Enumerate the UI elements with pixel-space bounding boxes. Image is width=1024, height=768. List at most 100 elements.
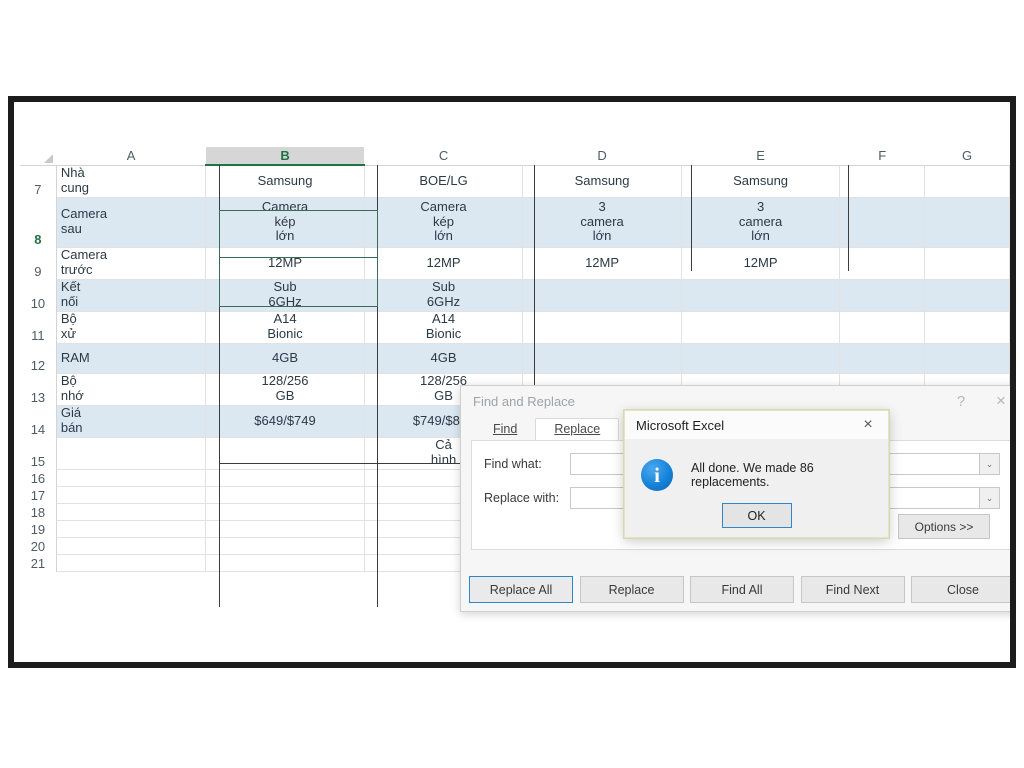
cell-F8[interactable] (839, 197, 926, 248)
cell-B9[interactable]: 12MP (205, 247, 365, 280)
row-header-17[interactable]: 17 (20, 486, 57, 503)
tab-find[interactable]: Find (475, 419, 535, 440)
cell-C9[interactable]: 12MP (364, 247, 524, 280)
row-header-21[interactable]: 21 (20, 554, 57, 571)
cell-C8[interactable]: Camera kép lớn (364, 197, 524, 248)
row-header-12[interactable]: 12 (20, 343, 57, 373)
cell-A15[interactable] (56, 437, 207, 470)
row-header-11[interactable]: 11 (20, 311, 57, 343)
close-icon[interactable]: × (981, 387, 1010, 415)
row-header-13[interactable]: 13 (20, 373, 57, 405)
cell-A9[interactable]: Camera trước (56, 247, 207, 280)
replace-button[interactable]: Replace (579, 576, 684, 603)
cell-B7[interactable]: Samsung (205, 165, 365, 198)
column-header-b[interactable]: B (205, 147, 365, 166)
replace-all-button[interactable]: Replace All (469, 576, 573, 603)
column-header-e[interactable]: E (681, 147, 840, 166)
column-header-a[interactable]: A (56, 147, 206, 166)
cell-D9[interactable]: 12MP (522, 247, 682, 280)
row-header-15[interactable]: 15 (20, 437, 57, 469)
cell-A12[interactable]: RAM (56, 343, 207, 374)
cell-E12[interactable] (681, 343, 841, 374)
cell-F10[interactable] (839, 279, 926, 312)
cell-B20[interactable] (205, 537, 365, 555)
cell-G11[interactable] (924, 311, 1010, 344)
row-header-9[interactable]: 9 (20, 247, 57, 279)
row-header-10[interactable]: 10 (20, 279, 57, 311)
cell-B16[interactable] (205, 469, 365, 487)
row-header-20[interactable]: 20 (20, 537, 57, 554)
cell-F9[interactable] (839, 247, 926, 280)
column-header-c[interactable]: C (364, 147, 523, 166)
row-header-7[interactable]: 7 (20, 165, 57, 197)
cell-G12[interactable] (924, 343, 1010, 374)
cell-E9[interactable]: 12MP (681, 247, 841, 280)
close-button[interactable]: Close (911, 576, 1010, 603)
cell-G8[interactable] (924, 197, 1010, 248)
find-all-button[interactable]: Find All (690, 576, 794, 603)
table-row[interactable]: 11 Bộ xử A14 Bionic A14 Bionic (20, 311, 1010, 344)
cell-A13[interactable]: Bộ nhớ (56, 373, 207, 406)
table-row[interactable]: 7 Nhà cung Samsung BOE/LG Samsung Samsung (20, 165, 1010, 198)
row-header-8[interactable]: 8 (20, 197, 57, 247)
table-row[interactable]: 8 Camera sau Camera kép lớn Camera kép lớn 3 camer… (20, 197, 1010, 248)
row-header-16[interactable]: 16 (20, 469, 57, 486)
cell-D11[interactable] (522, 311, 682, 344)
cell-A14[interactable]: Giá bán (56, 405, 207, 438)
select-all-corner[interactable] (20, 147, 57, 166)
cell-D7[interactable]: Samsung (522, 165, 682, 198)
table-row[interactable]: 10 Kết nối Sub 6GHz Sub 6GHz (20, 279, 1010, 312)
cell-D10[interactable] (522, 279, 682, 312)
cell-A18[interactable] (56, 503, 207, 521)
cell-A21[interactable] (56, 554, 207, 572)
column-header-d[interactable]: D (522, 147, 682, 166)
replace-with-chevron-down-icon[interactable]: ⌄ (980, 487, 1000, 509)
cell-D8[interactable]: 3 camera lớn (522, 197, 682, 248)
cell-B14[interactable]: $649/$749 (205, 405, 365, 438)
cell-B8[interactable]: Camera kép lớn (205, 197, 365, 248)
cell-B17[interactable] (205, 486, 365, 504)
message-box-close-icon[interactable]: × (848, 411, 888, 439)
cell-B11[interactable]: A14 Bionic (205, 311, 365, 344)
cell-A11[interactable]: Bộ xử (56, 311, 207, 344)
cell-A10[interactable]: Kết nối (56, 279, 207, 312)
cell-B15[interactable] (205, 437, 365, 470)
column-header-g[interactable]: G (924, 147, 1010, 166)
help-icon[interactable]: ? (941, 387, 981, 415)
cell-B10[interactable]: Sub 6GHz (205, 279, 365, 312)
cell-E11[interactable] (681, 311, 841, 344)
cell-B18[interactable] (205, 503, 365, 521)
row-header-18[interactable]: 18 (20, 503, 57, 520)
cell-C10[interactable]: Sub 6GHz (364, 279, 524, 312)
excel-message-box[interactable]: Microsoft Excel × i All done. We made 86… (623, 409, 890, 539)
tab-replace[interactable]: Replace (535, 418, 620, 440)
ok-button[interactable]: OK (721, 503, 792, 528)
cell-G9[interactable] (924, 247, 1010, 280)
cell-C12[interactable]: 4GB (364, 343, 524, 374)
cell-F12[interactable] (839, 343, 926, 374)
table-row[interactable]: 9 Camera trước 12MP 12MP 12MP 12MP (20, 247, 1010, 280)
cell-F7[interactable] (839, 165, 926, 198)
cell-B13[interactable]: 128/256 GB (205, 373, 365, 406)
cell-B12[interactable]: 4GB (205, 343, 365, 374)
cell-C7[interactable]: BOE/LG (364, 165, 524, 198)
cell-A8[interactable]: Camera sau (56, 197, 207, 248)
cell-A19[interactable] (56, 520, 207, 538)
cell-C11[interactable]: A14 Bionic (364, 311, 524, 344)
cell-A17[interactable] (56, 486, 207, 504)
cell-B19[interactable] (205, 520, 365, 538)
cell-A16[interactable] (56, 469, 207, 487)
row-header-14[interactable]: 14 (20, 405, 57, 437)
cell-B21[interactable] (205, 554, 365, 572)
row-header-19[interactable]: 19 (20, 520, 57, 537)
options-button[interactable]: Options >> (898, 514, 990, 539)
cell-E10[interactable] (681, 279, 841, 312)
cell-G10[interactable] (924, 279, 1010, 312)
find-what-chevron-down-icon[interactable]: ⌄ (980, 453, 1000, 475)
find-next-button[interactable]: Find Next (800, 576, 905, 603)
cell-E7[interactable]: Samsung (681, 165, 841, 198)
cell-G7[interactable] (924, 165, 1010, 198)
table-row[interactable]: 12 RAM 4GB 4GB (20, 343, 1010, 374)
cell-F11[interactable] (839, 311, 926, 344)
column-header-f[interactable]: F (839, 147, 925, 166)
